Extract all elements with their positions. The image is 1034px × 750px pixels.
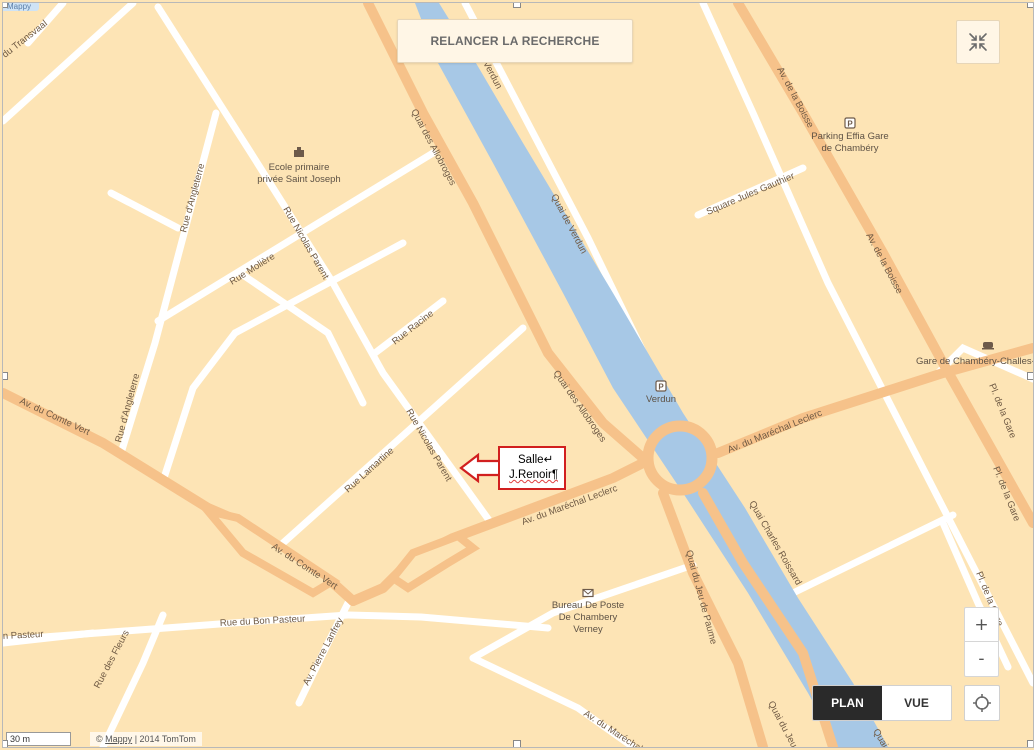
mode-plan-button[interactable]: PLAN [813, 686, 882, 720]
map-viewport[interactable]: du Transvaal Verdun Quai des Allobroges … [2, 2, 1034, 748]
poi-post-line3: Verney [573, 624, 603, 635]
mappy-logo: Mappy [3, 3, 39, 11]
zoom-out-button[interactable]: - [965, 642, 998, 675]
street-label-jules-gauthier: Square Jules Gauthier [705, 171, 796, 218]
copyright-notice: © Mappy | 2014 TomTom [90, 732, 202, 746]
comte-vert-island [197, 504, 341, 598]
salle-renoir-callout: Salle↵ J.Renoir¶ [498, 446, 566, 490]
street-label-allobroges-top: Quai des Allobroges [408, 107, 458, 187]
selection-handle[interactable] [1027, 3, 1033, 8]
poi-school-line1: Ecole primaire [269, 162, 330, 173]
street-label-lamartine: Rue Lamartine [343, 445, 397, 495]
poi-post-line2: De Chambery [559, 612, 618, 623]
selection-handle[interactable] [1027, 740, 1033, 747]
svg-text:P: P [847, 120, 853, 129]
callout-line2: J.Renoir¶ [509, 469, 558, 481]
search-again-button[interactable]: RELANCER LA RECHERCHE [397, 19, 633, 63]
copyright-suffix: | 2014 TomTom [134, 734, 196, 744]
street-label-pierre-lanfrey: Av. Pierre Lanfrey [301, 616, 346, 688]
callout-line1: Salle↵ [518, 454, 554, 466]
callout-arrow-icon [459, 452, 498, 484]
parking-icon: P [844, 117, 856, 129]
zoom-controls: + - [964, 607, 999, 677]
street-label-pl-gare-top: Pl. de la Gare [986, 382, 1018, 440]
parking-verdun-icon: P [655, 380, 667, 392]
poi-school-line2: privée Saint Joseph [257, 174, 340, 185]
street-label-angleterre-top: Rue d'Angleterre [178, 162, 207, 233]
poi-verdun-parking: Verdun [646, 394, 676, 405]
street-label-pasteur-left: n Pasteur [3, 629, 44, 642]
post-office-icon [582, 588, 594, 598]
map-mode-toggle: PLAN VUE [812, 685, 952, 721]
selection-handle[interactable] [3, 3, 8, 8]
poi-post-line1: Bureau De Poste [552, 600, 624, 611]
collapse-icon[interactable] [956, 20, 1000, 64]
map-canvas[interactable]: du Transvaal Verdun Quai des Allobroges … [3, 3, 1033, 747]
selection-handle[interactable] [1027, 372, 1033, 380]
street-label-jeu-paume-right: Quai du Jeu [765, 699, 799, 747]
street-label-bon-pasteur: Rue du Bon Pasteur [220, 614, 306, 629]
train-icon [982, 342, 994, 350]
street-label-racine: Rue Racine [390, 308, 436, 347]
street-label-comte-vert-left: Av. du Comte Vert [18, 396, 92, 438]
mode-vue-button[interactable]: VUE [882, 686, 951, 720]
street-label-marechal-bottom: Av. du Maréchal Le [581, 708, 655, 747]
scale-bar: 30 m [6, 732, 71, 746]
zoom-in-button[interactable]: + [965, 608, 998, 642]
street-label-transvaal: du Transvaal [3, 18, 50, 60]
poi-parking-line2: de Chambéry [821, 143, 878, 154]
street-label-allobroges-bottom: Quai des Allobroges [551, 368, 609, 444]
street-label-boisse-mid: Av. de la Boisse [863, 231, 904, 296]
street-label-marechal-leclerc-right: Av. du Maréchal Leclerc [726, 408, 824, 456]
copyright-brand-link[interactable]: Mappy [105, 734, 132, 744]
street-label-nicolas-parent-bottom: Rue Nicolas Parent [403, 407, 454, 484]
selection-handle[interactable] [3, 372, 8, 380]
street-label-jeu-paume-left: Quai du Jeu de Paume [683, 549, 719, 646]
locate-icon[interactable] [964, 685, 1000, 721]
street-label-boisse-top: Av. de la Boisse [774, 65, 815, 130]
minor-roads [3, 3, 1033, 747]
school-icon [294, 147, 304, 157]
poi-parking-line1: Parking Effia Gare [811, 131, 888, 142]
street-label-fleurs: Rue des Fleurs [92, 628, 132, 690]
svg-text:P: P [658, 383, 664, 392]
selection-handle[interactable] [513, 3, 521, 8]
copyright-symbol: © [96, 734, 103, 744]
selection-handle[interactable] [3, 740, 8, 747]
selection-handle[interactable] [513, 740, 521, 747]
poi-station: Gare de Chambéry-Challes-les [916, 356, 1033, 367]
leclerc-island [387, 531, 480, 593]
river-leysse [415, 3, 888, 747]
